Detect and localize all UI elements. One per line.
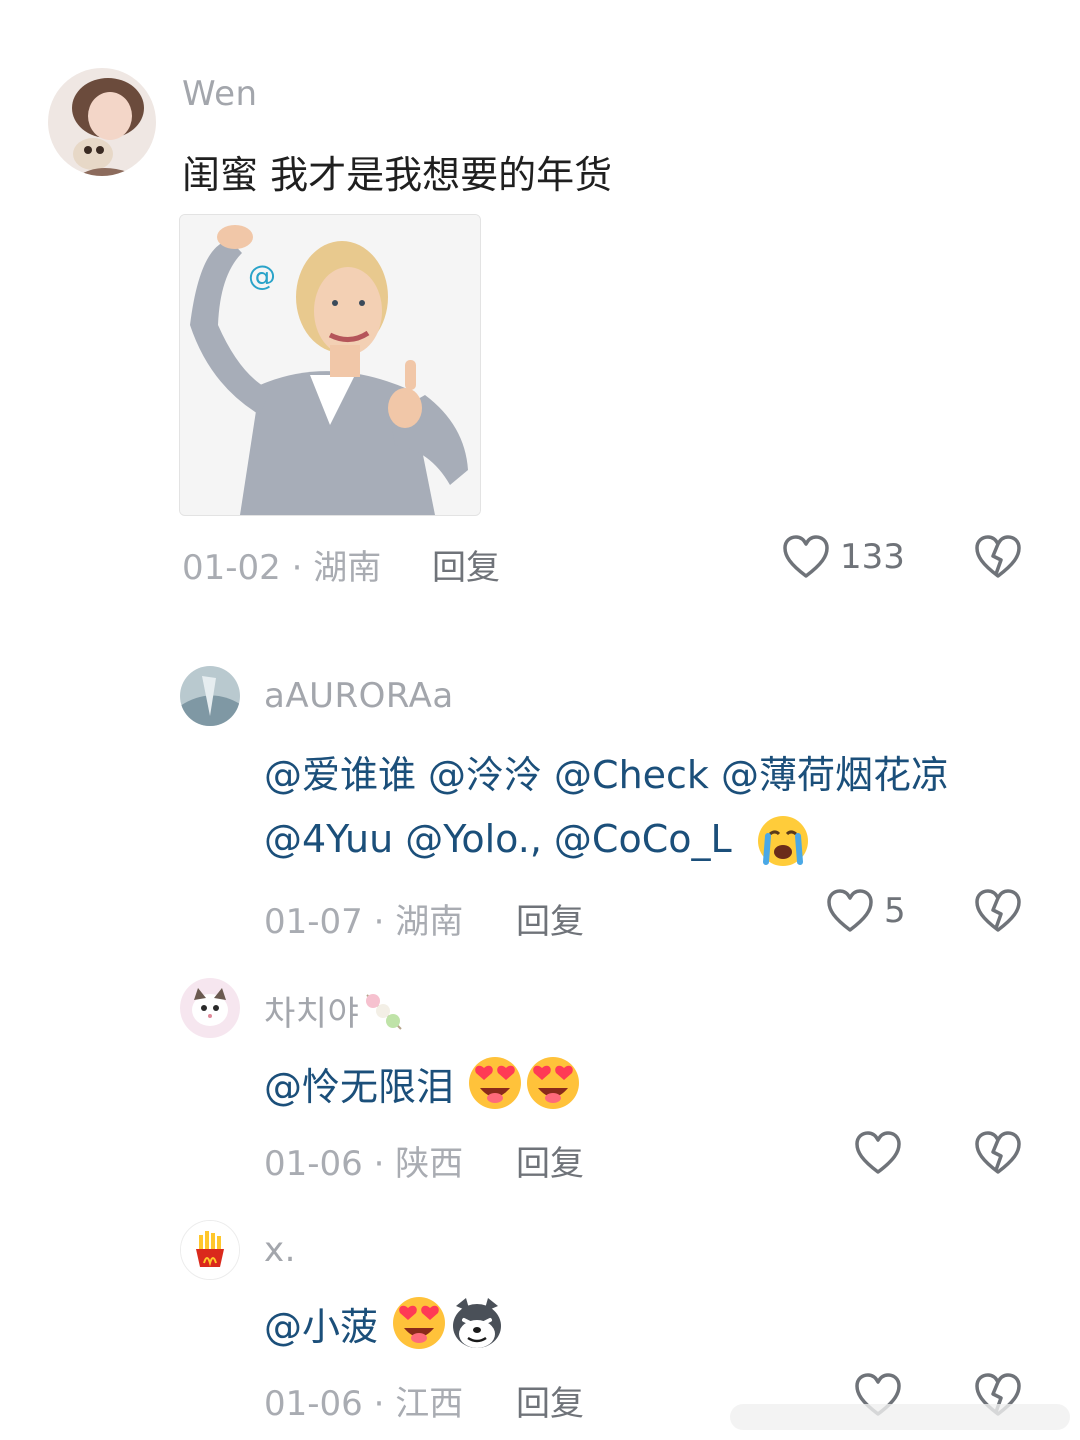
crying-face-emoji — [757, 816, 808, 866]
mention-line: @怜无限泪 — [264, 1054, 582, 1112]
username-text: 차치야 — [264, 994, 360, 1034]
mention-link[interactable]: @薄荷烟花凉 — [721, 753, 949, 797]
avatar[interactable] — [180, 666, 240, 726]
mention-line: @爱谁谁 @泠泠 @Check @薄荷烟花凉 — [264, 744, 961, 799]
dislike-button[interactable] — [974, 888, 1022, 938]
comment-date-location: 01-07 · 湖南 — [264, 902, 464, 942]
avatar[interactable] — [180, 1220, 240, 1280]
heart-icon — [783, 535, 829, 578]
comment-text: 闺蜜 我才是我想要的年货 — [182, 153, 613, 197]
broken-heart-icon — [975, 1131, 1021, 1174]
mention-line: @小菠 — [264, 1294, 506, 1352]
like-count: 133 — [840, 537, 905, 577]
home-indicator — [730, 1404, 1070, 1430]
like-button[interactable]: 133 — [782, 534, 905, 580]
heart-icon — [827, 889, 873, 932]
like-button[interactable] — [854, 1130, 902, 1180]
username[interactable]: aAURORAa — [264, 676, 454, 716]
mention-link[interactable]: @4Yuu — [264, 817, 393, 861]
mention-link[interactable]: @Check — [554, 753, 709, 797]
heart-eyes-emoji — [469, 1057, 522, 1109]
dango-icon — [366, 993, 403, 1030]
mention-link[interactable]: @怜无限泪 — [264, 1056, 454, 1111]
comment-date-location: 01-06 · 江西 — [264, 1384, 464, 1424]
reply-button[interactable]: 回复 — [516, 1376, 584, 1425]
mention-link[interactable]: @爱谁谁 — [264, 753, 416, 797]
reply-button[interactable]: 回复 — [516, 894, 584, 943]
heart-eyes-emoji — [527, 1057, 580, 1109]
at-symbol-overlay: @ — [248, 259, 276, 292]
comment-date-location: 01-06 · 陕西 — [264, 1144, 464, 1184]
heart-icon — [855, 1131, 901, 1174]
comment-date-location: 01-02 · 湖南 — [182, 548, 382, 588]
username[interactable]: x. — [264, 1230, 296, 1270]
reply-button[interactable]: 回复 — [516, 1136, 584, 1185]
dislike-button[interactable] — [974, 1130, 1022, 1180]
heart-eyes-emoji — [393, 1297, 446, 1349]
like-button[interactable]: 5 — [826, 888, 906, 934]
husky-emoji — [453, 1298, 502, 1348]
avatar[interactable] — [180, 978, 240, 1038]
broken-heart-icon — [975, 535, 1021, 578]
mention-link[interactable]: @小菠 — [264, 1296, 378, 1351]
comment-image[interactable]: @ — [179, 214, 481, 516]
broken-heart-icon — [975, 889, 1021, 932]
mention-link[interactable]: @Yolo., — [405, 817, 542, 861]
reply-button[interactable]: 回复 — [432, 540, 500, 589]
mention-link[interactable]: @CoCo_L — [554, 817, 732, 861]
like-count: 5 — [884, 891, 906, 931]
mention-line: @4Yuu @Yolo., @CoCo_L — [264, 814, 810, 868]
mention-link[interactable]: @泠泠 — [428, 753, 542, 797]
username[interactable]: 차치야 — [264, 986, 405, 1035]
avatar[interactable] — [48, 68, 156, 176]
dislike-button[interactable] — [974, 534, 1022, 584]
username[interactable]: Wen — [182, 74, 258, 114]
